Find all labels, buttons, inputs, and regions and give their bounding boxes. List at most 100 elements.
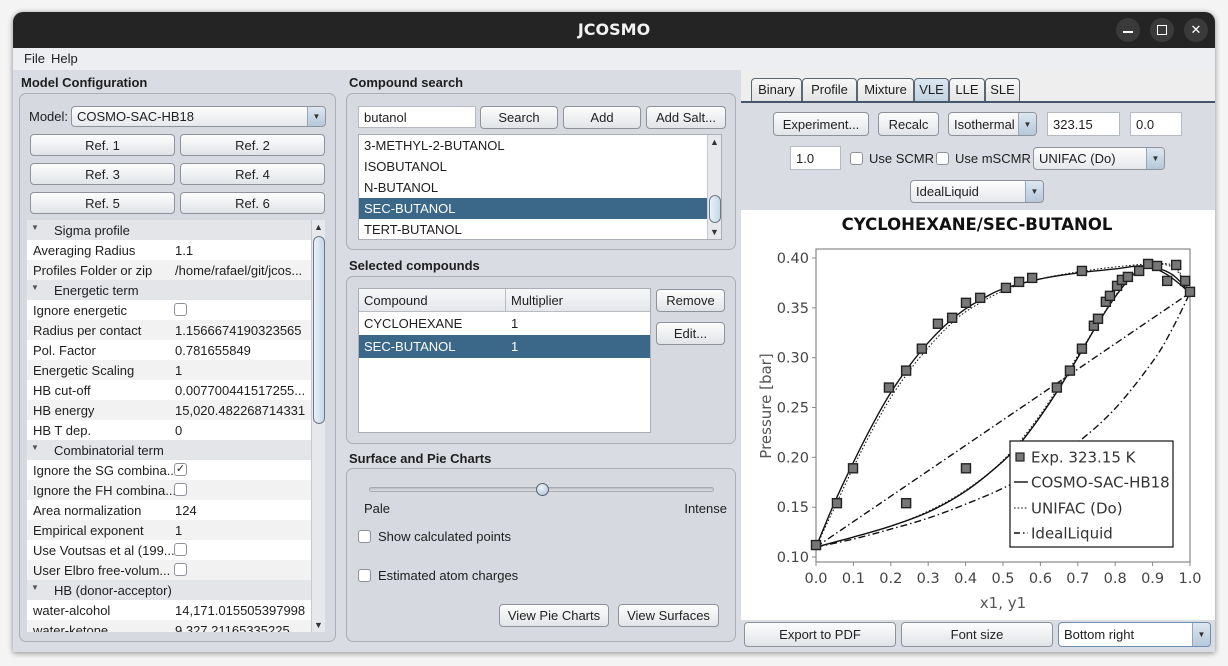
legend-position-select[interactable]: Bottom right ▼ <box>1058 622 1211 647</box>
tab-profile[interactable]: Profile <box>802 78 857 101</box>
selected-compounds-table[interactable]: Compound Multiplier CYCLOHEXANE 1 SEC-BU… <box>358 288 651 433</box>
experiment-button[interactable]: Experiment... <box>773 112 869 136</box>
comparison-model-select[interactable]: UNIFAC (Do) ▼ <box>1033 147 1165 170</box>
calculation-mode-select[interactable]: Isothermal ▼ <box>948 112 1037 136</box>
property-row[interactable]: Use Voutsas et al (199... <box>27 540 311 560</box>
ref-5-button[interactable]: Ref. 5 <box>30 192 175 214</box>
property-row[interactable]: Energetic Scaling 1 <box>27 360 311 380</box>
tab-lle[interactable]: LLE <box>949 78 985 101</box>
property-row[interactable]: User Elbro free-volum... <box>27 560 311 580</box>
property-checkbox[interactable]: ✓ <box>174 463 187 476</box>
table-row-selected[interactable]: SEC-BUTANOL 1 <box>359 335 650 358</box>
ref-6-button[interactable]: Ref. 6 <box>180 192 325 214</box>
use-mscmr-checkbox[interactable] <box>936 152 949 165</box>
parameter-input-2[interactable]: 0.0 <box>1130 112 1182 136</box>
property-value[interactable]: 1 <box>175 363 182 378</box>
show-calculated-points-checkbox[interactable] <box>358 530 371 543</box>
column-header-multiplier[interactable]: Multiplier <box>506 289 650 312</box>
property-value[interactable]: 124 <box>175 503 197 518</box>
property-value[interactable]: 0 <box>175 423 182 438</box>
expand-triangle-icon[interactable]: ▼ <box>31 443 39 452</box>
menu-help[interactable]: Help <box>51 51 78 66</box>
scroll-down-icon[interactable]: ▼ <box>312 618 325 632</box>
list-item[interactable]: ISOBUTANOL <box>359 156 709 177</box>
parameter-input-3[interactable]: 1.0 <box>790 146 841 170</box>
property-row[interactable]: Ignore energetic <box>27 300 311 320</box>
property-row[interactable]: HB cut-off 0.007700441517255... <box>27 380 311 400</box>
property-value[interactable]: 1 <box>175 523 182 538</box>
property-checkbox[interactable] <box>174 303 187 316</box>
expand-triangle-icon[interactable]: ▼ <box>31 583 39 592</box>
view-pie-charts-button[interactable]: View Pie Charts <box>499 604 609 627</box>
column-header-compound[interactable]: Compound <box>359 289 506 312</box>
property-row[interactable]: Radius per contact 1.1566674190323565 <box>27 320 311 340</box>
property-row[interactable]: Ignore the SG combina... ✓ <box>27 460 311 480</box>
property-category[interactable]: ▼ Combinatorial term <box>27 440 311 460</box>
scrollbar-thumb[interactable] <box>313 236 325 424</box>
tab-mixture[interactable]: Mixture <box>857 78 914 101</box>
menu-file[interactable]: File <box>24 51 45 66</box>
property-row[interactable]: Ignore the FH combina... <box>27 480 311 500</box>
list-item[interactable]: TERT-BUTANOL <box>359 219 709 239</box>
table-row[interactable]: CYCLOHEXANE 1 <box>359 312 650 335</box>
edit-button[interactable]: Edit... <box>656 322 725 345</box>
export-pdf-button[interactable]: Export to PDF <box>744 622 896 647</box>
font-size-button[interactable]: Font size <box>901 622 1053 647</box>
maximize-button[interactable] <box>1150 18 1174 42</box>
tab-sle[interactable]: SLE <box>985 78 1020 101</box>
estimated-atom-charges-label[interactable]: Estimated atom charges <box>378 568 518 583</box>
property-row[interactable]: Pol. Factor 0.781655849 <box>27 340 311 360</box>
list-item-selected[interactable]: SEC-BUTANOL <box>359 198 709 219</box>
property-row[interactable]: HB energy 15,020.482268714331 <box>27 400 311 420</box>
property-value[interactable]: /home/rafael/git/jcos... <box>175 263 302 278</box>
property-row[interactable]: HB T dep. 0 <box>27 420 311 440</box>
property-row[interactable]: Averaging Radius 1.1 <box>27 240 311 260</box>
property-table-scrollbar[interactable]: ▲ ▼ <box>311 220 325 632</box>
property-checkbox[interactable] <box>174 563 187 576</box>
property-value[interactable]: 9,327.21165335225 <box>175 623 290 632</box>
property-row[interactable]: Empirical exponent 1 <box>27 520 311 540</box>
tab-binary[interactable]: Binary <box>751 78 802 101</box>
property-row[interactable]: water-alcohol 14,171.015505397998 <box>27 600 311 620</box>
model-select[interactable]: COSMO-SAC-HB18 ▼ <box>71 106 326 127</box>
property-category[interactable]: ▼ HB (donor-acceptor) <box>27 580 311 600</box>
show-calculated-points-label[interactable]: Show calculated points <box>378 529 511 544</box>
ref-2-button[interactable]: Ref. 2 <box>180 134 325 156</box>
property-value[interactable]: 1.1 <box>175 243 193 258</box>
property-row[interactable]: Profiles Folder or zip/home/rafael/git/j… <box>27 260 311 280</box>
list-item[interactable]: N-BUTANOL <box>359 177 709 198</box>
third-model-select[interactable]: IdealLiquid ▼ <box>910 180 1044 203</box>
estimated-atom-charges-checkbox[interactable] <box>358 569 371 582</box>
tab-vle[interactable]: VLE <box>914 78 949 101</box>
ref-1-button[interactable]: Ref. 1 <box>30 134 175 156</box>
use-scmr-label[interactable]: Use SCMR <box>869 151 934 166</box>
scrollbar-thumb[interactable] <box>709 195 721 223</box>
expand-triangle-icon[interactable]: ▼ <box>31 223 39 232</box>
remove-button[interactable]: Remove <box>656 289 725 312</box>
temperature-input[interactable]: 323.15 <box>1047 112 1120 136</box>
list-item[interactable]: 3-METHYL-2-BUTANOL <box>359 135 709 156</box>
property-category[interactable]: ▼ Sigma profile <box>27 220 311 240</box>
scroll-up-icon[interactable]: ▲ <box>708 135 721 149</box>
property-checkbox[interactable] <box>174 543 187 556</box>
use-mscmr-label[interactable]: Use mSCMR <box>955 151 1031 166</box>
property-row[interactable]: water-ketone 9,327.21165335225 <box>27 620 311 632</box>
property-value[interactable]: 15,020.482268714331 <box>175 403 305 418</box>
minimize-button[interactable] <box>1116 18 1140 42</box>
add-button[interactable]: Add <box>563 106 641 129</box>
scroll-up-icon[interactable]: ▲ <box>312 220 325 234</box>
slider-thumb[interactable] <box>535 483 549 496</box>
property-category[interactable]: ▼ Energetic term <box>27 280 311 300</box>
use-scmr-checkbox[interactable] <box>850 152 863 165</box>
expand-triangle-icon[interactable]: ▼ <box>31 283 39 292</box>
property-checkbox[interactable] <box>174 483 187 496</box>
property-value[interactable]: 14,171.015505397998 <box>175 603 305 618</box>
view-surfaces-button[interactable]: View Surfaces <box>618 604 719 627</box>
search-button[interactable]: Search <box>480 106 558 129</box>
recalc-button[interactable]: Recalc <box>878 112 939 136</box>
search-results-list[interactable]: 3-METHYL-2-BUTANOL ISOBUTANOL N-BUTANOL … <box>358 134 722 240</box>
compound-search-input[interactable]: butanol <box>358 106 476 128</box>
ref-3-button[interactable]: Ref. 3 <box>30 163 175 185</box>
add-salt-button[interactable]: Add Salt... <box>646 106 726 129</box>
property-value[interactable]: 1.1566674190323565 <box>175 323 302 338</box>
